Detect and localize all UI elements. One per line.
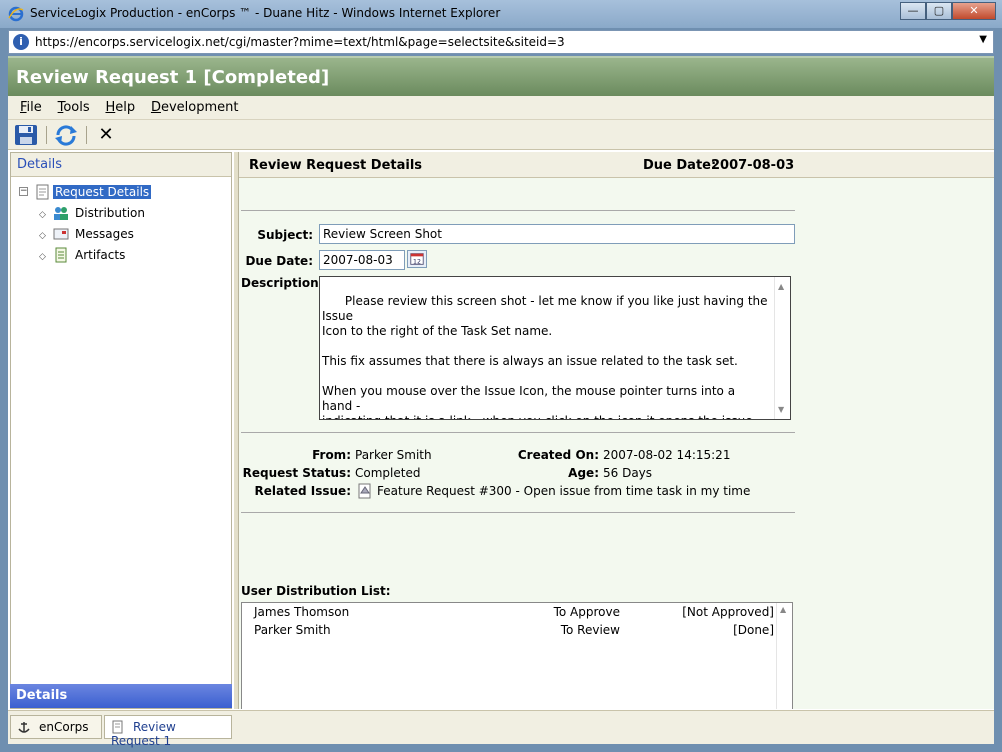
left-panel: Details − Request Details ◇ Distribution	[10, 152, 232, 709]
distribution-name: James Thomson	[254, 605, 350, 619]
tree-item-distribution[interactable]: ◇ Distribution	[17, 204, 231, 225]
scroll-up-icon[interactable]: ▲	[778, 279, 784, 294]
window-controls: — ▢ ✕	[900, 2, 996, 20]
details-tree: − Request Details ◇ Distribution ◇ Messa…	[11, 177, 231, 267]
menu-development[interactable]: Development	[151, 100, 239, 115]
related-issue-label: Related Issue:	[254, 484, 351, 498]
document-icon	[36, 184, 49, 200]
artifacts-icon	[55, 247, 67, 263]
tree-item-messages[interactable]: ◇ Messages	[17, 225, 231, 246]
left-panel-header[interactable]: Details	[11, 153, 231, 177]
tab-encorps[interactable]: enCorps	[10, 715, 102, 739]
distribution-status: [Done]	[733, 623, 774, 637]
left-panel-footer[interactable]: Details	[10, 684, 232, 708]
description-scrollbar[interactable]: ▲ ▼	[774, 277, 790, 419]
related-issue-link[interactable]: Feature Request #300 - Open issue from t…	[377, 484, 750, 498]
created-value: 2007-08-02 14:15:21	[603, 448, 731, 462]
distribution-title: User Distribution List:	[241, 584, 391, 598]
calendar-icon[interactable]: 12	[407, 250, 427, 268]
due-date-input[interactable]: 2007-08-03	[319, 250, 405, 270]
info-icon[interactable]: i	[13, 34, 29, 50]
delete-icon[interactable]: ✕	[94, 124, 118, 146]
tree-item-artifacts[interactable]: ◇ Artifacts	[17, 246, 231, 267]
distribution-role: To Approve	[553, 605, 620, 619]
browser-content: Review Request 1 [Completed] File Tools …	[8, 56, 994, 748]
tree-connector-icon: ◇	[39, 210, 46, 220]
tree-item-label: Distribution	[75, 206, 146, 220]
toolbar-separator	[86, 126, 87, 144]
description-textarea[interactable]: Please review this screen shot - let me …	[319, 276, 791, 420]
tree-item-label: Artifacts	[75, 248, 126, 262]
message-icon	[53, 228, 69, 240]
tree-item-label: Request Details	[53, 185, 152, 199]
distribution-list: James Thomson To Approve [Not Approved] …	[241, 602, 793, 709]
age-value: 56 Days	[603, 466, 653, 480]
page-title: Review Request 1 [Completed]	[16, 67, 330, 88]
distribution-status: [Not Approved]	[682, 605, 774, 619]
created-label: Created On:	[517, 448, 599, 462]
document-icon	[112, 720, 123, 734]
subject-label: Subject:	[257, 228, 313, 242]
details-panel: Review Request Details Due Date: 2007-08…	[238, 152, 994, 709]
close-button[interactable]: ✕	[952, 2, 996, 20]
distribution-scrollbar[interactable]: ▲ ▼	[776, 603, 792, 709]
maximize-button[interactable]: ▢	[926, 2, 952, 20]
divider	[241, 210, 795, 211]
due-date-label: Due Date:	[245, 254, 313, 268]
minimize-button[interactable]: —	[900, 2, 926, 20]
window-titlebar: ServiceLogix Production - enCorps ™ - Du…	[0, 0, 1002, 28]
distribution-role: To Review	[560, 623, 620, 637]
menu-bar: File Tools Help Development	[8, 96, 994, 120]
refresh-icon[interactable]	[54, 124, 78, 146]
save-icon[interactable]	[14, 124, 38, 146]
anchor-icon	[18, 722, 30, 733]
tree-connector-icon: ◇	[39, 252, 46, 262]
app-header: Review Request 1 [Completed]	[8, 56, 994, 96]
subject-input[interactable]: Review Screen Shot	[319, 224, 795, 244]
description-text: Please review this screen shot - let me …	[322, 294, 768, 419]
header-due-label: Due Date:	[643, 158, 717, 173]
menu-file[interactable]: File	[20, 100, 42, 115]
list-item[interactable]: Parker Smith To Review [Done]	[242, 621, 792, 639]
tree-item-label: Messages	[75, 227, 134, 241]
internet-explorer-icon	[8, 6, 24, 22]
collapse-icon[interactable]: −	[19, 187, 28, 196]
users-icon	[54, 207, 68, 220]
status-label: Request Status:	[242, 466, 351, 480]
svg-text:12: 12	[413, 258, 421, 265]
tab-label: enCorps	[39, 720, 89, 734]
details-header: Review Request Details Due Date: 2007-08…	[239, 152, 994, 178]
from-value: Parker Smith	[355, 448, 432, 462]
address-bar[interactable]: i https://encorps.servicelogix.net/cgi/m…	[8, 30, 994, 54]
issue-icon[interactable]	[357, 483, 373, 499]
tab-review-request[interactable]: Review Request 1	[104, 715, 232, 748]
from-label: From:	[312, 448, 351, 462]
address-url[interactable]: https://encorps.servicelogix.net/cgi/mas…	[35, 35, 565, 49]
menu-tools[interactable]: Tools	[58, 100, 90, 115]
details-title: Review Request Details	[249, 158, 423, 173]
description-label: Description:	[241, 276, 324, 290]
tree-item-request-details[interactable]: − Request Details	[17, 183, 231, 204]
chevron-down-icon[interactable]: ▼	[979, 34, 987, 45]
age-label: Age:	[568, 466, 599, 480]
divider	[241, 432, 795, 433]
menu-help[interactable]: Help	[105, 100, 135, 115]
divider	[241, 512, 795, 513]
tab-bar: enCorps Review Request 1	[8, 710, 994, 748]
tree-connector-icon: ◇	[39, 231, 46, 241]
toolbar-separator	[46, 126, 47, 144]
scroll-down-icon[interactable]: ▼	[778, 402, 784, 417]
status-value: Completed	[355, 466, 421, 480]
distribution-name: Parker Smith	[254, 623, 331, 637]
toolbar: ✕	[8, 120, 994, 150]
scroll-up-icon[interactable]: ▲	[780, 605, 786, 614]
list-item[interactable]: James Thomson To Approve [Not Approved]	[242, 603, 792, 621]
window-title: ServiceLogix Production - enCorps ™ - Du…	[30, 6, 501, 20]
header-due-value: 2007-08-03	[711, 158, 795, 173]
